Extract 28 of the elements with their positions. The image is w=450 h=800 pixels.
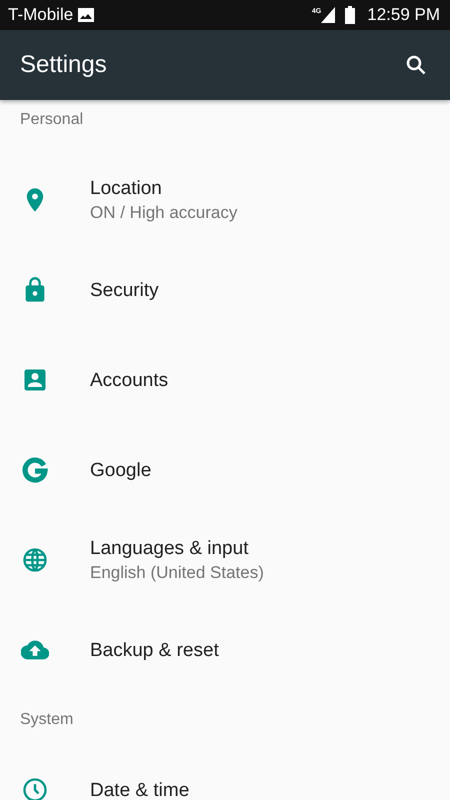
search-icon bbox=[404, 53, 428, 77]
item-title: Accounts bbox=[90, 368, 168, 392]
settings-item[interactable]: Date & time bbox=[0, 745, 450, 800]
clock-time: 12:59 PM bbox=[367, 4, 440, 26]
item-title: Security bbox=[90, 278, 159, 302]
settings-item[interactable]: Languages & input English (United States) bbox=[0, 515, 450, 605]
settings-item[interactable]: Location ON / High accuracy bbox=[0, 155, 450, 245]
item-title: Location bbox=[90, 176, 163, 200]
globe-icon bbox=[21, 546, 49, 574]
item-title: Backup & reset bbox=[90, 638, 219, 662]
settings-item[interactable]: Accounts bbox=[0, 335, 450, 425]
section-header: System bbox=[20, 710, 74, 730]
battery-icon bbox=[345, 6, 356, 24]
item-title: Date & time bbox=[90, 778, 190, 800]
clock-icon bbox=[21, 776, 49, 800]
item-title: Google bbox=[90, 458, 152, 482]
settings-item[interactable]: Backup & reset bbox=[0, 605, 450, 695]
image-notification-icon bbox=[78, 8, 94, 22]
section-header: Personal bbox=[20, 111, 84, 128]
item-title: Languages & input bbox=[90, 536, 250, 560]
signal-icon bbox=[321, 7, 336, 23]
carrier-name: T-Mobile bbox=[8, 4, 74, 26]
toolbar-title: Settings bbox=[20, 50, 107, 80]
item-subtitle: ON / High accuracy bbox=[90, 202, 238, 224]
settings-item[interactable]: Security bbox=[0, 245, 450, 335]
g-letter-icon bbox=[21, 456, 49, 484]
settings-item[interactable]: Google bbox=[0, 425, 450, 515]
item-subtitle: English (United States) bbox=[90, 562, 264, 584]
